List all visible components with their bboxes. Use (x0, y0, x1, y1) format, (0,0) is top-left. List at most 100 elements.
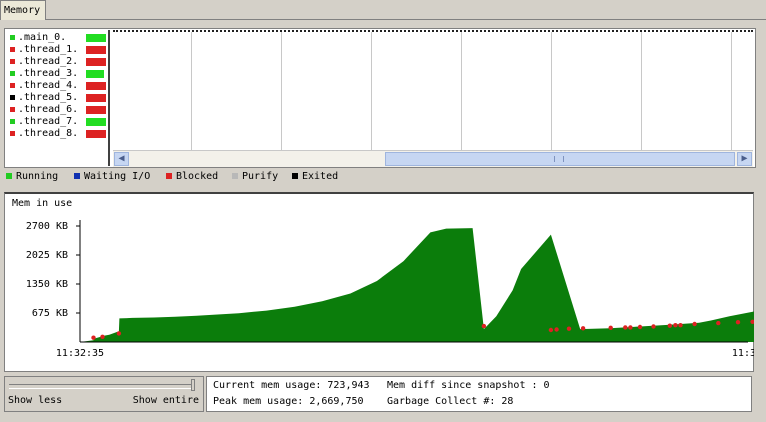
legend-swatch-icon (6, 173, 12, 179)
legend-item: Waiting I/O (74, 171, 150, 183)
thread-name: .thread_7. (18, 116, 79, 127)
gc-marker (91, 335, 96, 340)
thread-state-legend: Running Waiting I/O Blocked Purify Exited (6, 171, 766, 185)
thread-name: .thread_5. (18, 92, 79, 103)
thread-row[interactable]: .thread_1. (8, 44, 108, 56)
gc-marker (116, 331, 122, 336)
gc-marker (623, 325, 628, 330)
gc-marker (637, 324, 643, 330)
y-tick-label: 2700 KB (26, 221, 68, 232)
thread-name: .thread_4. (18, 80, 79, 91)
thread-row[interactable]: .thread_5. (8, 92, 108, 104)
scroll-grip-icon (554, 156, 564, 162)
timeline-gridline (371, 32, 372, 150)
scroll-thumb[interactable] (385, 152, 735, 166)
gc-marker (716, 320, 721, 326)
legend-swatch-icon (166, 173, 172, 179)
legend-swatch-icon (232, 173, 238, 179)
thread-list[interactable]: .main_0. .thread_1. .thread_2. .thread_3. .t… (6, 30, 110, 166)
thread-name: .thread_1. (18, 44, 79, 55)
thread-row[interactable]: .thread_4. (8, 80, 108, 92)
legend-item: Exited (292, 171, 338, 183)
timeline-gridline (731, 32, 732, 150)
thread-name: .thread_3. (18, 68, 79, 79)
x-tick-label: 11:32:35 (56, 348, 104, 359)
legend-item: Running (6, 171, 58, 183)
gc-marker (554, 327, 559, 332)
legend-swatch-icon (292, 173, 298, 179)
current-mem-usage: Current mem usage: 723,943 (213, 380, 370, 391)
legend-item: Purify (232, 171, 278, 183)
gc-marker (548, 327, 554, 333)
show-entire-button[interactable]: Show entire (133, 395, 199, 406)
legend-item: Blocked (166, 171, 218, 183)
scroll-right-icon[interactable]: ▶ (737, 152, 752, 166)
legend-label: Exited (302, 171, 339, 182)
gc-marker (580, 326, 586, 331)
thread-row[interactable]: .thread_6. (8, 104, 108, 116)
gc-marker (673, 323, 678, 328)
legend-label: Purify (242, 171, 279, 182)
gc-marker (481, 323, 487, 329)
thread-name: .thread_6. (18, 104, 79, 115)
thread-name: .thread_2. (18, 56, 79, 67)
thread-timeline[interactable] (113, 30, 753, 150)
thread-state-icon (10, 107, 15, 112)
thread-row[interactable]: .main_0. (8, 32, 108, 44)
peak-mem-usage: Peak mem usage: 2,669,750 (213, 396, 364, 407)
y-tick-label: 2025 KB (26, 250, 68, 261)
legend-label: Waiting I/O (84, 171, 151, 182)
thread-state-icon (10, 35, 15, 40)
thread-state-icon (10, 47, 15, 52)
thread-status-bar (86, 70, 104, 78)
garbage-collect-count: Garbage Collect #: 28 (387, 396, 514, 407)
y-tick-label: 675 KB (32, 308, 68, 319)
x-tick-label: 11:34:35 (732, 348, 754, 359)
thread-status-bar (86, 34, 106, 42)
thread-state-icon (10, 95, 15, 100)
show-less-button[interactable]: Show less (8, 395, 62, 406)
thread-name: .main_0. (18, 32, 67, 43)
timeline-gridline (281, 32, 282, 150)
gc-marker (566, 326, 572, 331)
thread-state-icon (10, 83, 15, 88)
gc-marker (667, 323, 672, 328)
thread-row[interactable]: .thread_3. (8, 68, 108, 80)
y-tick-label: 1350 KB (26, 279, 68, 290)
thread-status-bar (86, 58, 106, 66)
memory-stats: Current mem usage: 723,943 Peak mem usag… (206, 376, 752, 412)
gc-marker (692, 321, 697, 327)
thread-status-bar (86, 82, 106, 90)
zoom-slider-track[interactable] (9, 384, 195, 389)
timeline-gridline (461, 32, 462, 150)
thread-status-bar (86, 106, 106, 114)
scroll-left-icon[interactable]: ◀ (114, 152, 129, 166)
gc-marker (651, 324, 656, 329)
tab-divider (46, 19, 766, 20)
gc-marker (100, 334, 105, 339)
tab-memory[interactable]: Memory (0, 0, 46, 20)
legend-label: Running (16, 171, 59, 182)
thread-state-icon (10, 131, 15, 136)
zoom-controls: Show less Show entire (4, 376, 204, 412)
mem-diff-since-snapshot: Mem diff since snapshot : 0 (387, 380, 550, 391)
timeline-gridline (641, 32, 642, 150)
thread-row[interactable]: .thread_2. (8, 56, 108, 68)
timeline-gridline (551, 32, 552, 150)
thread-name: .thread_8. (18, 128, 79, 139)
timeline-gridline (191, 32, 192, 150)
thread-state-icon (10, 71, 15, 76)
thread-state-icon (10, 119, 15, 124)
legend-label: Blocked (176, 171, 219, 182)
thread-row[interactable]: .thread_8. (8, 128, 108, 140)
gc-marker (678, 323, 683, 328)
thread-status-bar (86, 94, 106, 102)
zoom-slider-handle[interactable] (191, 379, 195, 391)
gc-marker (608, 325, 613, 330)
thread-status-bar (86, 46, 106, 54)
gc-marker (735, 320, 741, 325)
legend-swatch-icon (74, 173, 80, 179)
thread-row[interactable]: .thread_7. (8, 116, 108, 128)
timeline-scrollbar[interactable]: ◀ ▶ (113, 150, 753, 167)
thread-state-icon (10, 59, 15, 64)
